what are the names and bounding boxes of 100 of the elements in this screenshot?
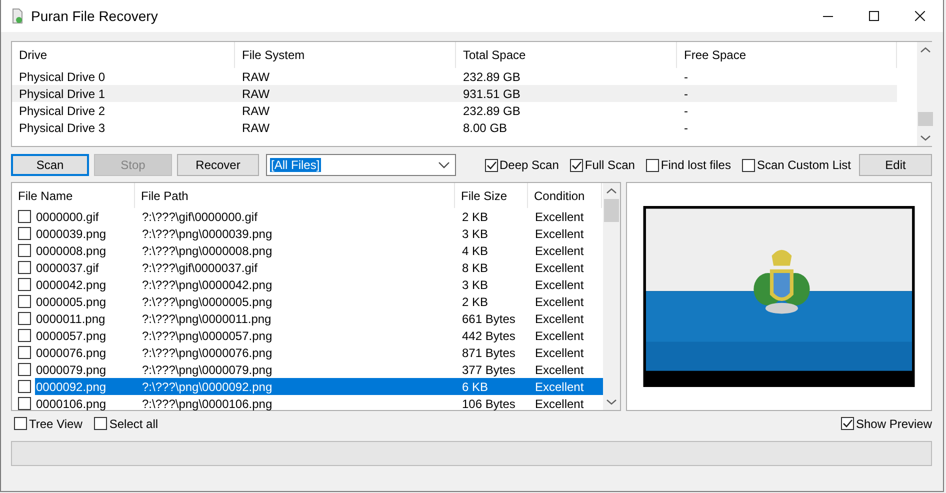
column-header[interactable]: Drive bbox=[12, 42, 235, 68]
table-cell-text: ?:\???\png\0000106.png bbox=[141, 396, 274, 410]
table-cell-text: - bbox=[683, 86, 689, 100]
drive-list[interactable]: Drive File System Total Space Free Space Physical Drive 0 RAW 232.89 GB - Physical Drive 1 RAW 931.51 GB - Physical Drive 2 RAW 232.89 GB - Physical Drive 3 RAW 8.00 GB - bbox=[11, 41, 932, 147]
checkbox[interactable] bbox=[840, 417, 854, 430]
table-cell-text: ?:\???\gif\0000037.gif bbox=[141, 260, 258, 274]
checkbox[interactable] bbox=[18, 346, 31, 359]
table-cell-text: 0000011.png bbox=[35, 312, 106, 326]
checkbox[interactable] bbox=[484, 158, 498, 172]
table-cell-text: RAW bbox=[241, 86, 271, 100]
table-cell-text: 6 KB bbox=[461, 380, 490, 394]
file-row[interactable]: 0000106.png ?:\???\png\0000106.png 106 Bytes Excellent bbox=[35, 395, 603, 412]
table-cell-text: 377 Bytes bbox=[461, 362, 516, 376]
column-header[interactable]: File Path bbox=[135, 183, 455, 208]
table-cell-text: 8.00 GB bbox=[462, 120, 508, 134]
checkbox[interactable] bbox=[94, 417, 108, 430]
scrollbar[interactable] bbox=[917, 42, 934, 146]
scrollbar-thumb[interactable] bbox=[918, 112, 933, 126]
table-cell-text: Excellent bbox=[534, 362, 585, 376]
file-row[interactable]: 0000076.png ?:\???\png\0000076.png 871 Bytes Excellent bbox=[35, 344, 603, 361]
checkbox-label: Scan Custom List bbox=[756, 158, 851, 172]
checkbox[interactable] bbox=[14, 417, 27, 430]
toolbar-button[interactable]: Scan bbox=[11, 154, 89, 176]
file-row[interactable]: 0000079.png ?:\???\png\0000079.png 377 Bytes Excellent bbox=[35, 361, 603, 378]
column-header[interactable]: Total Space bbox=[456, 42, 677, 68]
table-cell-text: Physical Drive 1 bbox=[18, 86, 106, 100]
checkbox[interactable] bbox=[18, 278, 31, 291]
table-cell-text: Physical Drive 0 bbox=[18, 70, 106, 84]
scrollbar[interactable] bbox=[603, 183, 620, 410]
column-header[interactable]: File Name bbox=[12, 183, 135, 208]
maximize-icon[interactable] bbox=[869, 11, 879, 21]
table-cell-text: 0000039.png bbox=[35, 226, 108, 240]
table-cell-text: ?:\???\png\0000092.png bbox=[141, 380, 274, 394]
file-row[interactable]: 0000042.png ?:\???\png\0000042.png 3 KB Excellent bbox=[35, 276, 603, 293]
table-cell-text: 2 KB bbox=[461, 294, 490, 308]
column-header[interactable]: File Size bbox=[455, 183, 528, 208]
table-cell-text: 106 Bytes bbox=[461, 396, 516, 410]
checkbox[interactable] bbox=[18, 312, 31, 325]
drive-row[interactable]: Physical Drive 2 RAW 232.89 GB - bbox=[12, 102, 897, 119]
file-row[interactable]: 0000092.png ?:\???\png\0000092.png 6 KB Excellent bbox=[35, 378, 603, 395]
table-cell-text: 871 Bytes bbox=[461, 346, 516, 360]
checkbox-label: Deep Scan bbox=[500, 158, 559, 172]
file-row[interactable]: 0000039.png ?:\???\png\0000039.png 3 KB Excellent bbox=[35, 225, 603, 242]
checkbox[interactable] bbox=[646, 158, 659, 172]
table-cell-text: ?:\???\png\0000005.png bbox=[141, 294, 274, 308]
scrollbar-thumb[interactable] bbox=[604, 199, 619, 222]
table-cell-text: Excellent bbox=[534, 226, 585, 240]
checkbox[interactable] bbox=[18, 227, 31, 240]
drive-row[interactable]: Physical Drive 0 RAW 232.89 GB - bbox=[12, 68, 897, 85]
table-cell-text: 0000042.png bbox=[35, 278, 108, 292]
toolbar-button[interactable]: Recover bbox=[177, 154, 259, 176]
table-cell-text: 0000092.png bbox=[35, 380, 108, 394]
table-cell-text: ?:\???\png\0000011.png bbox=[141, 312, 272, 326]
checkbox[interactable] bbox=[18, 210, 31, 223]
checkbox[interactable] bbox=[570, 158, 583, 172]
table-cell-text: Excellent bbox=[534, 328, 585, 342]
file-row[interactable]: 0000005.png ?:\???\png\0000005.png 2 KB Excellent bbox=[35, 293, 603, 310]
checkbox[interactable] bbox=[742, 158, 755, 172]
file-row[interactable]: 0000000.gif ?:\???\gif\0000000.gif 2 KB Excellent bbox=[35, 208, 603, 225]
table-cell-text: Excellent bbox=[534, 278, 585, 292]
checkbox[interactable] bbox=[18, 380, 31, 393]
checkbox-label: Find lost files bbox=[660, 158, 731, 172]
checkbox[interactable] bbox=[18, 261, 31, 274]
column-header[interactable]: Condition bbox=[528, 183, 602, 208]
table-cell-text: 3 KB bbox=[461, 226, 490, 240]
table-cell-text: - bbox=[683, 104, 689, 118]
table-cell-text: Physical Drive 2 bbox=[18, 104, 106, 118]
checkbox-label: Full Scan bbox=[584, 158, 635, 172]
close-icon[interactable] bbox=[915, 11, 925, 21]
table-cell-text: RAW bbox=[241, 70, 271, 84]
checkbox[interactable] bbox=[18, 329, 31, 342]
table-cell-text: ?:\???\gif\0000000.gif bbox=[141, 210, 258, 224]
file-row[interactable]: 0000037.gif ?:\???\gif\0000037.gif 8 KB Excellent bbox=[35, 259, 603, 276]
table-cell-text: 0000057.png bbox=[35, 328, 108, 342]
drive-row[interactable]: Physical Drive 1 RAW 931.51 GB - bbox=[12, 85, 897, 102]
table-cell-text: 232.89 GB bbox=[462, 104, 522, 118]
checkbox[interactable] bbox=[18, 244, 31, 257]
file-list[interactable] bbox=[11, 182, 621, 411]
file-row[interactable]: 0000008.png ?:\???\png\0000008.png 4 KB Excellent bbox=[35, 242, 603, 259]
table-cell-text: 0000076.png bbox=[35, 346, 108, 360]
table-cell-text: RAW bbox=[241, 120, 271, 134]
edit-button[interactable]: Edit bbox=[859, 154, 932, 176]
column-header[interactable]: Free Space bbox=[677, 42, 897, 68]
table-cell-text: RAW bbox=[241, 104, 271, 118]
file-row[interactable]: 0000057.png ?:\???\png\0000057.png 442 Bytes Excellent bbox=[35, 327, 603, 344]
table-cell-text: 0000079.png bbox=[35, 362, 108, 376]
file-type-dropdown[interactable]: [All Files] bbox=[266, 154, 456, 176]
column-header[interactable]: File System bbox=[235, 42, 456, 68]
checkbox[interactable] bbox=[18, 397, 31, 410]
table-cell-text: Physical Drive 3 bbox=[18, 120, 106, 134]
checkbox[interactable] bbox=[18, 295, 31, 308]
drive-row[interactable]: Physical Drive 3 RAW 8.00 GB - bbox=[12, 119, 897, 136]
table-cell-text: 0000005.png bbox=[35, 294, 108, 308]
table-cell-text: 0000000.gif bbox=[35, 210, 100, 224]
checkbox[interactable] bbox=[18, 363, 31, 376]
table-cell-text: 232.89 GB bbox=[462, 70, 522, 84]
file-row[interactable]: 0000011.png ?:\???\png\0000011.png 661 Bytes Excellent bbox=[35, 310, 603, 327]
checkbox-label: Select all bbox=[109, 416, 158, 430]
table-cell-text: Excellent bbox=[534, 380, 585, 394]
window-title: Puran File Recovery bbox=[31, 8, 158, 24]
